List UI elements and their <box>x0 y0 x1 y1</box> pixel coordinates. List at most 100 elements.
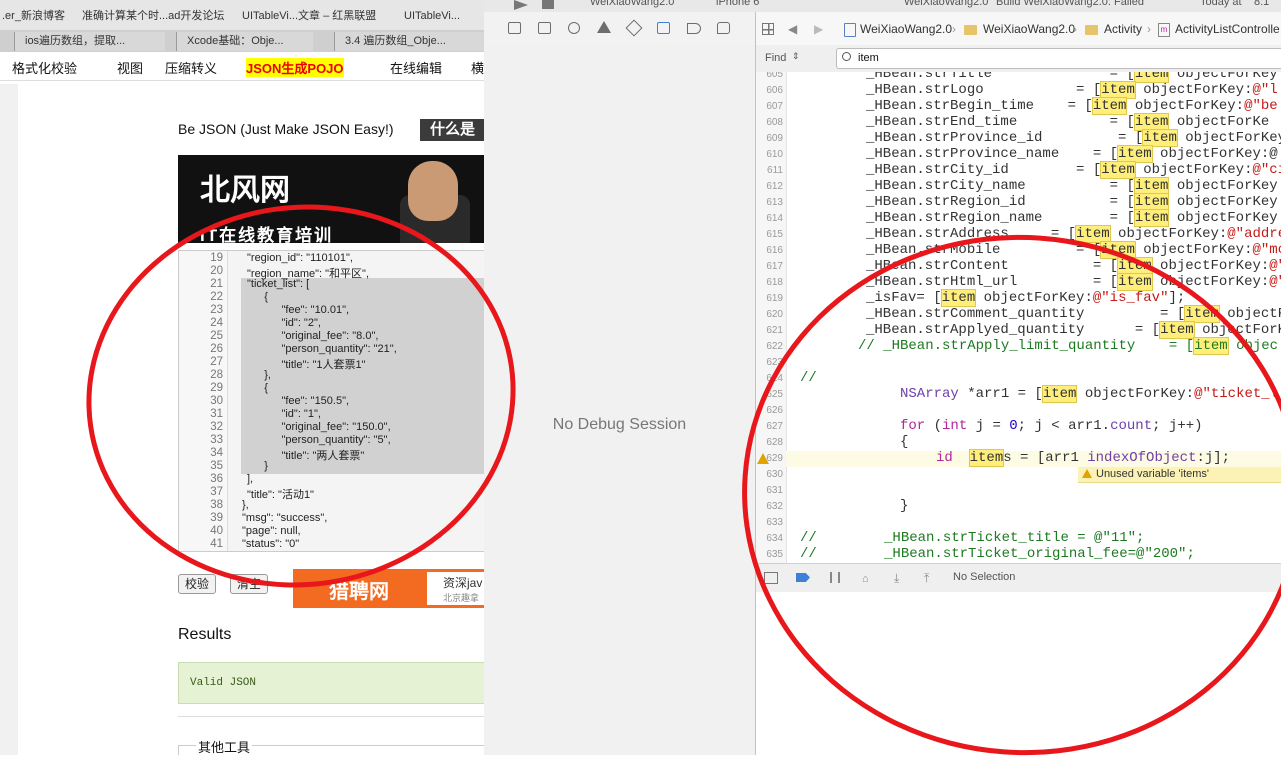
objc-file-icon: m <box>1158 23 1170 37</box>
breadcrumb-separator-icon: › <box>1147 22 1151 36</box>
pinned-tab[interactable]: Xcode基础：Obje... <box>176 32 313 51</box>
status-text: No Selection <box>953 571 1016 583</box>
editor-gutter: 19 20 21 22 23 24 25 26 27 28 29 30 31 32 33 34 35 36 37 38… <box>179 251 228 551</box>
browser-tab[interactable]: .er_新浪博客 <box>2 0 72 30</box>
editor-line: }, <box>252 369 271 381</box>
step-over-icon[interactable]: ⌂ <box>862 573 869 585</box>
editor-line: "title": "活动1" <box>247 489 314 501</box>
editor-line: "page": null, <box>242 525 301 537</box>
warning-text: Unused variable 'items' <box>1096 468 1210 480</box>
code-line-number: 614 <box>766 213 783 224</box>
search-icon <box>842 52 851 61</box>
browser-window: .er_新浪博客 准确计算某个时...ad开发论坛 UITableVi...文章… <box>0 0 484 755</box>
validate-button[interactable]: 校验 <box>178 574 217 594</box>
no-debug-message: No Debug Session <box>552 416 687 433</box>
editor-line-number: 38 <box>210 499 223 511</box>
menu-view[interactable]: 视图 <box>117 58 143 77</box>
navigator-toolbar <box>484 12 756 46</box>
ad-line1: 资深jav <box>443 576 483 590</box>
editor-line: "ticket_list": [ <box>247 278 310 290</box>
browser-tab[interactable]: 准确计算某个时...ad开发论坛 <box>82 0 230 30</box>
code-line: _HBean.strComment_quantity = [item objec… <box>866 306 1281 322</box>
pinned-tab[interactable]: 3.4 遍历数组_Obje... <box>334 32 484 51</box>
editor-line: ], <box>247 473 254 485</box>
scheme-name[interactable]: WeiXiaoWang2.0 <box>590 0 674 8</box>
code-line-number: 635 <box>766 549 783 560</box>
code-line: _HBean.strApplyed_quantity = [item objec… <box>866 322 1281 338</box>
warning-gutter-icon[interactable] <box>757 453 769 464</box>
test-icon[interactable] <box>625 19 643 37</box>
warning-annotation[interactable]: Unused variable 'items' <box>1078 467 1281 483</box>
code-line-number: 612 <box>766 181 783 192</box>
ad-banner-beifeng[interactable]: 北风网 IT在线教育培训 <box>178 155 484 243</box>
forward-arrow-icon[interactable]: ▶ <box>814 22 823 36</box>
symbol-icon[interactable] <box>538 22 551 34</box>
breadcrumb-group[interactable]: WeiXiaoWang2.0 <box>983 22 1075 36</box>
debug-icon[interactable] <box>657 22 670 34</box>
device-name[interactable]: iPhone 6 <box>716 0 759 8</box>
code-line: for (int j = 0; j < arr1.count; j++) <box>900 418 1203 434</box>
editor-line-number: 35 <box>210 460 223 472</box>
editor-line: "id": "1", <box>257 408 321 420</box>
menu-compress-escape[interactable]: 压缩转义 <box>165 58 217 77</box>
editor-line-number: 27 <box>210 356 223 368</box>
code-line-number: 626 <box>766 405 783 416</box>
breadcrumb-project[interactable]: WeiXiaoWang2.0 <box>860 22 952 36</box>
stop-icon[interactable] <box>542 0 554 9</box>
editor-line: "person_quantity": "5", <box>257 434 391 446</box>
pinned-tabs-bar: ios遍历数组，提取... Xcode基础：Obje... 3.4 遍历数组_O… <box>0 30 484 53</box>
clear-button[interactable]: 清空 <box>230 574 269 594</box>
step-into-icon[interactable]: ⤓ <box>894 571 899 586</box>
hide-debug-icon[interactable] <box>764 572 778 584</box>
find-mode-label[interactable]: Find <box>765 52 786 64</box>
editor-line-number: 33 <box>210 434 223 446</box>
code-line: _HBean.strLogo = [item objectForKey:@"l <box>866 82 1278 98</box>
jump-bar: ◀ ▶ WeiXiaoWang2.0 › WeiXiaoWang2.0 › Ac… <box>756 12 1281 46</box>
code-editor[interactable]: 605 606 607 608 609 610 611 612 613 614 615 616 617 6… <box>756 72 1281 563</box>
report-icon[interactable] <box>717 22 730 34</box>
warning-icon[interactable] <box>597 21 611 33</box>
code-line: NSArray *arr1 = [item objectForKey:@"tic… <box>900 386 1279 402</box>
pinned-tab[interactable]: ios遍历数组，提取... <box>14 32 165 51</box>
menu-more[interactable]: 横 <box>471 58 484 77</box>
ad-title: 猎聘网 <box>329 581 389 603</box>
pause-icon[interactable] <box>830 572 840 583</box>
menu-online-edit[interactable]: 在线编辑 <box>390 58 442 77</box>
ad-banner-liepin[interactable]: 猎聘网 资深jav 北京趣拿 <box>293 569 484 608</box>
editor-line: "region_id": "110101", <box>247 252 353 264</box>
breadcrumb-separator-icon: › <box>1073 22 1077 36</box>
find-input[interactable]: item <box>836 48 1281 69</box>
menu-json-to-pojo[interactable]: JSON生成POJO <box>246 58 344 77</box>
debug-bar: ⌂ ⤓ ⤒ No Selection <box>756 563 1281 593</box>
project-icon <box>844 23 856 37</box>
step-out-icon[interactable]: ⤒ <box>924 571 929 586</box>
folder-icon[interactable] <box>508 22 521 34</box>
breadcrumb-folder[interactable]: Activity <box>1104 22 1142 36</box>
editor-line-number: 21 <box>210 278 223 290</box>
ad-line2: 北京趣拿 <box>443 593 480 603</box>
code-line-number: 611 <box>767 165 783 176</box>
menu-format-validate[interactable]: 格式化校验 <box>12 58 77 77</box>
code-line-number: 627 <box>766 421 783 432</box>
back-arrow-icon[interactable]: ◀ <box>788 22 797 36</box>
divider <box>178 716 484 717</box>
code-line: _HBean.strRegion_name = [item objectForK… <box>866 210 1281 226</box>
build-status: Build WeiXiaoWang2.0: Failed <box>996 0 1144 8</box>
json-editor[interactable]: 19 20 21 22 23 24 25 26 27 28 29 30 31 32 33 34 35 36 37 38… <box>178 250 484 552</box>
editor-line-number: 40 <box>210 525 223 537</box>
find-query: item <box>858 52 879 64</box>
find-mode-chevron-icon[interactable]: ⇕ <box>792 51 800 62</box>
code-line-number: 610 <box>766 149 783 160</box>
related-items-icon[interactable] <box>762 23 774 35</box>
breakpoints-toggle-icon[interactable] <box>796 573 810 582</box>
breakpoint-icon[interactable] <box>687 23 701 34</box>
browser-tab[interactable]: UITableVi... <box>404 0 484 30</box>
code-line-number: 609 <box>766 133 783 144</box>
run-icon[interactable] <box>514 0 528 10</box>
editor-line-number: 24 <box>210 317 223 329</box>
search-icon[interactable] <box>568 22 580 34</box>
results-heading: Results <box>178 626 232 643</box>
editor-line: "id": "2", <box>257 317 321 329</box>
browser-tab[interactable]: UITableVi...文章 – 红黑联盟 <box>242 0 392 30</box>
breadcrumb-file[interactable]: ActivityListControlle <box>1175 22 1280 36</box>
